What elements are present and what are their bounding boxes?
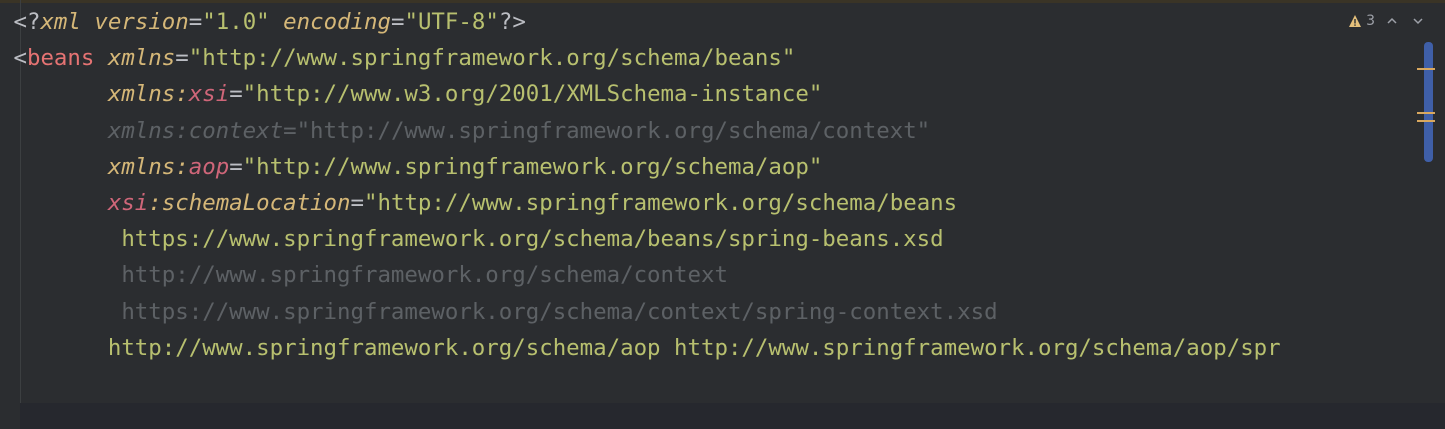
code-line[interactable]: https://www.springframework.org/schema/b… (0, 221, 1440, 257)
code-token: http://www.springframework.org/schema/co… (121, 262, 728, 289)
code-token: <? (13, 9, 41, 35)
code-token: = (390, 9, 405, 35)
warning-count[interactable]: 3 (1366, 13, 1375, 29)
warning-marker[interactable] (1417, 68, 1435, 70)
code-line[interactable]: http://www.springframework.org/schema/co… (0, 257, 1440, 293)
code-token: aop (188, 153, 230, 180)
inspection-widget[interactable]: 3 (1348, 12, 1427, 30)
code-token: "http://www.w3.org/2001/XMLSchema-instan… (242, 81, 823, 108)
code-token: encoding (283, 9, 391, 35)
code-line[interactable]: http://www.springframework.org/schema/ao… (0, 330, 1440, 366)
code-token: "http://www.springframework.org/schema/a… (242, 153, 823, 180)
code-token: xmlns:context (107, 117, 284, 144)
code-editor[interactable]: <?xml version="1.0" encoding="UTF-8"?> <… (0, 0, 1445, 429)
code-line[interactable]: https://www.springframework.org/schema/c… (0, 294, 1440, 330)
code-token: = (350, 189, 364, 216)
code-token: https://www.springframework.org/schema/b… (121, 226, 944, 253)
code-token: "1.0" (202, 9, 270, 35)
code-token: xmlns: (107, 153, 189, 180)
code-line[interactable]: xmlns:xsi="http://www.w3.org/2001/XMLSch… (0, 76, 1440, 112)
code-token: xmlns: (107, 81, 189, 108)
code-token: ?> (498, 9, 526, 35)
editor-top-border (0, 0, 1445, 3)
code-token: = (229, 81, 243, 108)
code-token: = (283, 117, 297, 144)
code-token: "UTF-8" (404, 9, 499, 35)
code-token: beans (26, 45, 95, 72)
code-token: "http://www.springframework.org/schema/c… (296, 117, 931, 144)
code-token: version (94, 9, 189, 35)
warning-marker[interactable] (1417, 120, 1435, 122)
code-token: "http://www.springframework.org/schema/b… (364, 189, 958, 216)
code-area[interactable]: <?xml version="1.0" encoding="UTF-8"?> <… (0, 4, 1440, 366)
chevron-down-icon[interactable] (1409, 12, 1427, 30)
vertical-scrollbar-thumb[interactable] (1424, 42, 1433, 162)
warning-marker[interactable] (1417, 112, 1435, 114)
code-token: < (13, 45, 27, 72)
code-token: :schemaLocation (148, 189, 351, 216)
code-token: http://www.springframework.org/schema/ao… (107, 334, 1281, 361)
code-line[interactable]: <beans xmlns="http://www.springframework… (0, 40, 1440, 76)
code-token: xsi (188, 81, 230, 108)
code-token: xsi (107, 189, 149, 216)
code-token: = (229, 153, 243, 180)
current-line-highlight (20, 403, 1445, 429)
code-line[interactable]: xsi:schemaLocation="http://www.springfra… (0, 185, 1440, 221)
code-line[interactable]: xmlns:context="http://www.springframewor… (0, 113, 1440, 149)
warning-triangle-icon (1348, 14, 1362, 28)
code-token: = (188, 9, 203, 35)
code-line[interactable]: <?xml version="1.0" encoding="UTF-8"?> (0, 4, 1440, 40)
code-token: "http://www.springframework.org/schema/b… (188, 45, 796, 72)
code-token: https://www.springframework.org/schema/c… (121, 298, 998, 325)
code-line[interactable]: xmlns:aop="http://www.springframework.or… (0, 149, 1440, 185)
code-token: = (175, 45, 189, 72)
code-token: xml (40, 9, 81, 35)
code-token: xmlns (107, 45, 176, 72)
chevron-up-icon[interactable] (1383, 12, 1401, 30)
